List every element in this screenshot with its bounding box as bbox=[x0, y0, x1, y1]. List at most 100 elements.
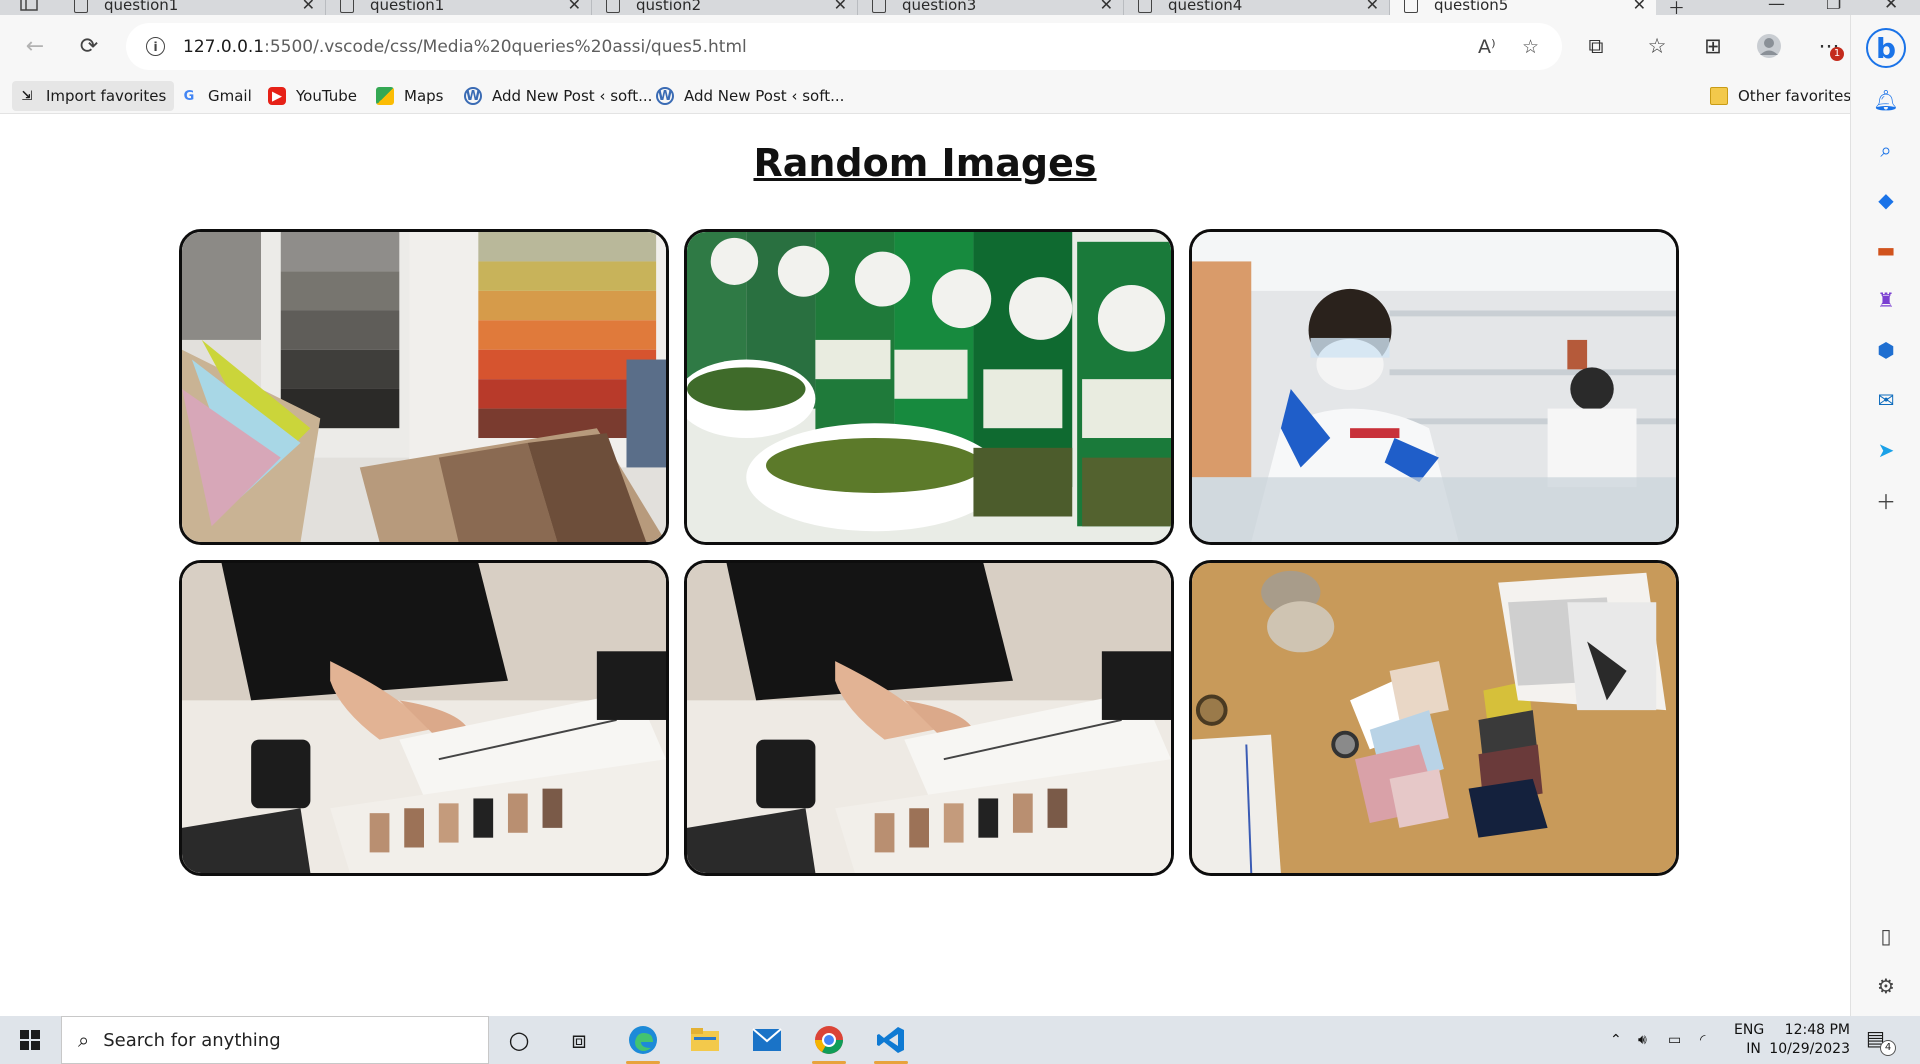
microsoft-365-icon[interactable]: ⬢ bbox=[1873, 337, 1899, 363]
tab-strip: question1 ✕ question1 ✕ qustion2 ✕ quest… bbox=[0, 0, 1920, 15]
favorite-label: Gmail bbox=[208, 87, 252, 105]
close-tab-icon[interactable]: ✕ bbox=[834, 0, 847, 14]
other-favorites-folder[interactable]: Other favorites bbox=[1710, 81, 1851, 111]
vscode-icon[interactable] bbox=[862, 1016, 920, 1064]
close-tab-icon[interactable]: ✕ bbox=[568, 0, 581, 14]
url-host: 127.0.0.1 bbox=[183, 36, 265, 57]
minimize-icon[interactable]: — bbox=[1768, 0, 1785, 14]
image-card-fashion-sketching bbox=[179, 560, 669, 876]
tools-briefcase-icon[interactable]: ▬ bbox=[1873, 237, 1899, 263]
tab-title: question1 bbox=[104, 0, 179, 14]
sidebar-layout-icon[interactable]: ▯ bbox=[1873, 923, 1899, 949]
language-bottom: IN bbox=[1746, 1041, 1761, 1057]
site-info-icon[interactable]: i bbox=[146, 37, 165, 56]
close-window-icon[interactable]: ✕ bbox=[1884, 0, 1898, 14]
sidebar-settings-gear-icon[interactable]: ⚙ bbox=[1873, 973, 1899, 999]
add-favorite-icon[interactable]: ☆ bbox=[1522, 36, 1539, 58]
close-tab-icon[interactable]: ✕ bbox=[1366, 0, 1379, 14]
volume-icon[interactable]: 🔊︎ bbox=[1638, 1016, 1647, 1064]
restore-icon[interactable]: ❐ bbox=[1826, 0, 1841, 14]
favorite-add-new-post-1[interactable]: W Add New Post ‹ soft... bbox=[464, 81, 652, 111]
spice-jars-image bbox=[687, 232, 1171, 542]
mail-icon[interactable] bbox=[738, 1016, 796, 1064]
fashion-sketching-image bbox=[182, 563, 666, 873]
close-tab-icon[interactable]: ✕ bbox=[1100, 0, 1113, 14]
favorites-bar: ⇲ Import favorites G Gmail ▶ YouTube Map… bbox=[0, 78, 1851, 114]
bing-label: b bbox=[1875, 31, 1897, 65]
windows-taskbar: ⌕ Search for anything ○ ⧈ ⌃ 🔊︎ ▭ ◜ ENG I… bbox=[0, 1016, 1920, 1064]
tab-title: question5 bbox=[1434, 0, 1509, 14]
tab-title: question4 bbox=[1168, 0, 1243, 14]
back-arrow-icon[interactable]: ← bbox=[20, 31, 50, 61]
notification-badge: 1 bbox=[1830, 47, 1844, 61]
close-tab-icon[interactable]: ✕ bbox=[302, 0, 315, 14]
tab-title: question1 bbox=[370, 0, 445, 14]
profile-avatar-icon[interactable] bbox=[1756, 33, 1782, 59]
youtube-icon: ▶ bbox=[268, 87, 286, 105]
outlook-icon[interactable]: ✉ bbox=[1873, 387, 1899, 413]
tab-question1[interactable]: question1 ✕ bbox=[60, 0, 326, 15]
show-hidden-icons[interactable]: ⌃ bbox=[1610, 1016, 1622, 1064]
url-path: :5500/.vscode/css/Media%20queries%20assi… bbox=[264, 36, 747, 57]
favorite-label: YouTube bbox=[296, 87, 357, 105]
import-favorites-label: Import favorites bbox=[46, 87, 167, 105]
close-tab-icon[interactable]: ✕ bbox=[1633, 0, 1646, 14]
collections-icon[interactable]: ⊞ bbox=[1700, 33, 1726, 59]
page-icon bbox=[1138, 0, 1152, 13]
language-top: ENG bbox=[1734, 1022, 1765, 1038]
add-sidebar-app-icon[interactable]: ＋ bbox=[1873, 487, 1899, 514]
cortana-icon[interactable]: ○ bbox=[490, 1016, 548, 1064]
tab-actions-icon[interactable] bbox=[20, 0, 40, 13]
favorite-label: Add New Post ‹ soft... bbox=[492, 87, 653, 105]
clock-time: 12:48 PM bbox=[1784, 1022, 1850, 1038]
refresh-icon[interactable]: ⟳ bbox=[74, 31, 104, 61]
notification-bell-icon[interactable]: 🔔︎ bbox=[1873, 87, 1899, 113]
tab-question1-second[interactable]: question1 ✕ bbox=[326, 0, 592, 15]
taskbar-search-box[interactable]: ⌕ Search for anything bbox=[61, 1016, 489, 1064]
file-explorer-icon[interactable] bbox=[676, 1016, 734, 1064]
favorite-add-new-post-2[interactable]: W Add New Post ‹ soft... bbox=[656, 81, 844, 111]
other-favorites-label: Other favorites bbox=[1738, 87, 1852, 105]
image-grid bbox=[179, 229, 1680, 876]
image-card-spice-jars bbox=[684, 229, 1174, 545]
lab-scientist-image bbox=[1192, 232, 1676, 542]
language-indicator[interactable]: ENG IN bbox=[1734, 1016, 1764, 1064]
extensions-icon[interactable]: ⧉ bbox=[1583, 33, 1609, 59]
fabric-swatches-image bbox=[182, 232, 666, 542]
wordpress-icon: W bbox=[464, 87, 482, 105]
edge-app-icon[interactable] bbox=[614, 1016, 672, 1064]
bing-copilot-icon[interactable]: b bbox=[1866, 28, 1906, 68]
import-favorites-button[interactable]: ⇲ Import favorites bbox=[12, 81, 175, 111]
address-bar[interactable]: i 127.0.0.1:5500/.vscode/css/Media%20que… bbox=[126, 23, 1562, 70]
import-icon: ⇲ bbox=[21, 88, 33, 104]
drop-icon[interactable]: ➤ bbox=[1873, 437, 1899, 463]
edge-sidebar: b 🔔︎ ⌕ ◆ ▬ ♜ ⬢ ✉ ➤ ＋ ▯ ⚙ bbox=[1850, 15, 1920, 1016]
task-view-icon[interactable]: ⧈ bbox=[550, 1016, 608, 1064]
windows-start-icon[interactable] bbox=[20, 1030, 40, 1050]
page-title: Random Images bbox=[753, 141, 1097, 185]
page-icon bbox=[340, 0, 354, 13]
chrome-icon[interactable] bbox=[800, 1016, 858, 1064]
tab-question3[interactable]: question3 ✕ bbox=[858, 0, 1124, 15]
favorites-icon[interactable]: ☆ bbox=[1644, 33, 1670, 59]
read-aloud-icon[interactable]: A⁾ bbox=[1478, 36, 1496, 58]
tab-qustion2[interactable]: qustion2 ✕ bbox=[592, 0, 858, 15]
battery-icon[interactable]: ▭ bbox=[1668, 1016, 1681, 1064]
clock[interactable]: 12:48 PM 10/29/2023 bbox=[1769, 1016, 1850, 1064]
taskbar-search-placeholder: Search for anything bbox=[103, 1029, 281, 1051]
google-icon: G bbox=[183, 88, 195, 104]
search-icon: ⌕ bbox=[78, 1028, 90, 1052]
shopping-tag-icon[interactable]: ◆ bbox=[1873, 187, 1899, 213]
tab-question4[interactable]: question4 ✕ bbox=[1124, 0, 1390, 15]
favorite-maps[interactable]: Maps bbox=[376, 81, 443, 111]
search-icon[interactable]: ⌕ bbox=[1873, 137, 1899, 163]
favorite-gmail[interactable]: G Gmail bbox=[180, 81, 252, 111]
wifi-icon[interactable]: ◜ bbox=[1700, 1016, 1705, 1064]
favorite-youtube[interactable]: ▶ YouTube bbox=[268, 81, 357, 111]
new-tab-icon[interactable]: ＋ bbox=[1668, 0, 1685, 15]
image-card-fashion-sketching-2 bbox=[684, 560, 1174, 876]
tab-question5[interactable]: question5 ✕ bbox=[1390, 0, 1656, 15]
games-icon[interactable]: ♜ bbox=[1873, 287, 1899, 313]
tab-title: question3 bbox=[902, 0, 977, 14]
notification-count-badge: 4 bbox=[1880, 1040, 1896, 1056]
